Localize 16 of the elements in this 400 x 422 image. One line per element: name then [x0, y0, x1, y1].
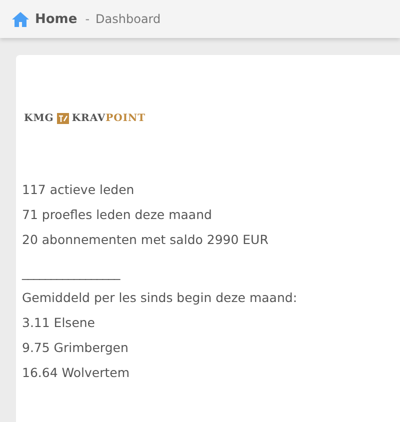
stat-line: 20 abonnementen met saldo 2990 EUR — [22, 231, 270, 249]
home-icon — [12, 12, 29, 26]
breadcrumb-separator: - — [85, 12, 90, 26]
stat-line: 3.11 Elsene — [22, 314, 96, 332]
home-link[interactable]: Home — [12, 12, 78, 26]
logo-text: KRAV — [72, 113, 106, 124]
stat-line: 71 proefles leden deze maand — [22, 206, 213, 224]
stat-line: 16.64 Wolvertem — [22, 364, 131, 382]
stat-line: 117 actieve leden — [22, 181, 136, 199]
underscore-divider: _________________ — [22, 264, 122, 282]
stat-line: Gemiddeld per les sinds begin deze maand: — [22, 289, 298, 307]
logo-text: KMG — [24, 113, 54, 124]
stat-line: 9.75 Grimbergen — [22, 339, 130, 357]
logo-icon — [56, 113, 69, 124]
logo-text: POINT — [106, 113, 146, 124]
breadcrumb-current: Dashboard — [96, 12, 161, 26]
